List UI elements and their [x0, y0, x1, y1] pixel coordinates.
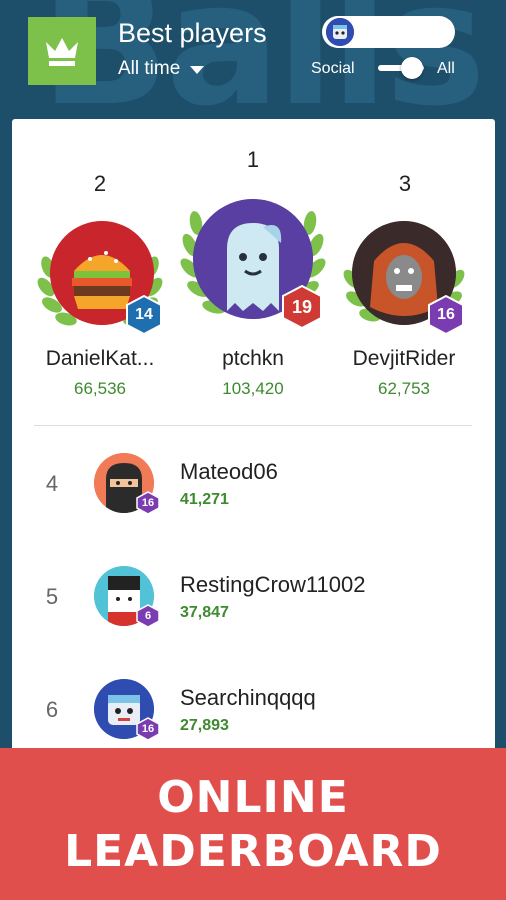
podium-rank-2: 2 [93, 171, 107, 196]
level-value: 14 [135, 306, 153, 323]
divider [34, 425, 472, 426]
player-name: Searchinqqqq [180, 685, 316, 710]
banner-line-2: LEADERBOARD [64, 826, 442, 877]
rank-number: 5 [45, 584, 59, 609]
level-value: 16 [437, 306, 455, 323]
level-value: 19 [291, 296, 313, 317]
rank-number: 6 [45, 697, 59, 722]
level-value: 6 [144, 610, 152, 622]
avatar[interactable] [324, 16, 356, 48]
player-score: 66,536 [74, 379, 126, 398]
player-name: DevjitRider [352, 347, 456, 370]
rank-number: 4 [45, 471, 59, 496]
header: Best players All time Social All [0, 0, 506, 115]
time-filter-dropdown[interactable]: All time [118, 58, 205, 80]
podium-rank-3: 3 [398, 171, 412, 196]
banner-line-1: ONLINE [157, 772, 349, 823]
level-value: 16 [141, 723, 155, 735]
player-name: ptchkn [222, 347, 284, 370]
promo-banner: ONLINE LEADERBOARD [0, 748, 506, 900]
podium-rank-1: 1 [246, 147, 260, 172]
list-item[interactable]: 6 16 Searchinqqqq 27,893 [12, 653, 495, 763]
player-name: Mateod06 [180, 459, 278, 484]
crown-icon [28, 17, 96, 85]
chevron-down-icon [190, 66, 205, 74]
list-item[interactable]: 5 6 RestingCrow11002 37,847 [12, 540, 495, 650]
player-name: RestingCrow11002 [180, 572, 366, 597]
level-value: 16 [141, 497, 155, 509]
player-score: 103,420 [222, 379, 284, 398]
player-name: DanielKat... [45, 347, 155, 370]
page-title: Best players [118, 18, 267, 48]
toggle-social-label: Social [311, 60, 355, 77]
player-score: 62,753 [378, 379, 430, 398]
time-filter-label: All time [118, 58, 181, 79]
list-item[interactable]: 4 16 Mateod06 41,271 [12, 427, 495, 537]
toggle-all-label: All [437, 60, 455, 77]
player-score: 41,271 [180, 491, 229, 508]
player-score: 37,847 [180, 604, 229, 621]
player-score: 27,893 [180, 717, 229, 734]
toggle-knob[interactable] [401, 57, 423, 79]
